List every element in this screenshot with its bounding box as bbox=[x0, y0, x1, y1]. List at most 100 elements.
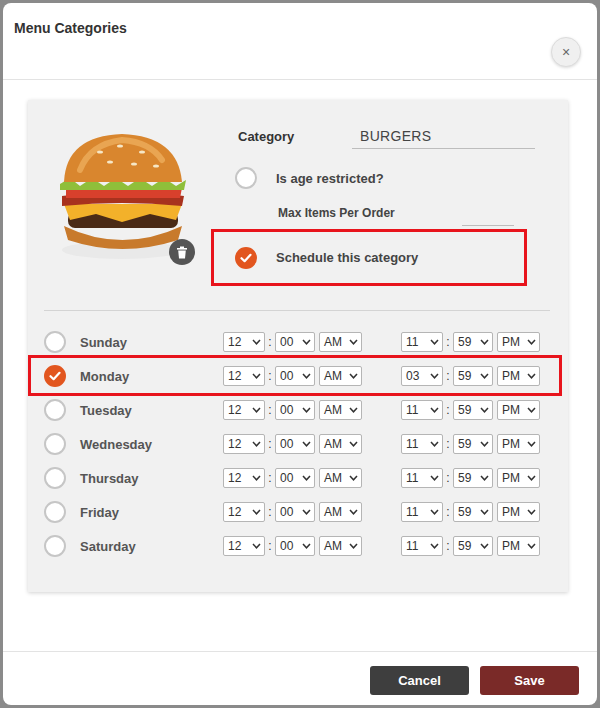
period-select[interactable]: AM bbox=[319, 468, 362, 488]
period-select[interactable]: AM bbox=[319, 536, 362, 556]
period-select[interactable]: AM bbox=[319, 400, 362, 420]
period-select-value: PM bbox=[502, 403, 520, 417]
day-row: Wednesday12:00AM11:59PM bbox=[44, 427, 550, 461]
save-button[interactable]: Save bbox=[480, 666, 579, 695]
minute-select-value: 59 bbox=[458, 335, 471, 349]
day-radio[interactable] bbox=[44, 399, 66, 421]
minute-select[interactable]: 00 bbox=[275, 536, 315, 556]
period-select[interactable]: AM bbox=[319, 434, 362, 454]
hour-select[interactable]: 11 bbox=[401, 434, 443, 454]
chevron-down-icon bbox=[480, 339, 489, 345]
period-select[interactable]: PM bbox=[497, 366, 540, 386]
hour-select[interactable]: 12 bbox=[223, 468, 265, 488]
highlight-box bbox=[28, 355, 562, 396]
minute-select[interactable]: 00 bbox=[275, 502, 315, 522]
hour-select[interactable]: 11 bbox=[401, 468, 443, 488]
day-radio[interactable] bbox=[44, 501, 66, 523]
hour-select[interactable]: 11 bbox=[401, 332, 443, 352]
day-radio[interactable] bbox=[44, 535, 66, 557]
period-select[interactable]: PM bbox=[497, 332, 540, 352]
end-time: 11:59PM bbox=[401, 332, 540, 352]
time-separator: : bbox=[443, 403, 453, 417]
category-image[interactable] bbox=[50, 130, 195, 265]
period-select-value: AM bbox=[324, 539, 342, 553]
chevron-down-icon bbox=[252, 543, 261, 549]
start-time: 12:00 AM bbox=[223, 434, 362, 454]
minute-select[interactable]: 59 bbox=[453, 536, 493, 556]
minute-select[interactable]: 59 bbox=[453, 366, 493, 386]
period-select-value: PM bbox=[502, 539, 520, 553]
hour-select[interactable]: 12 bbox=[223, 366, 265, 386]
cancel-button[interactable]: Cancel bbox=[370, 666, 469, 695]
period-select-value: AM bbox=[324, 437, 342, 451]
max-items-input[interactable] bbox=[462, 205, 514, 226]
period-select-value: AM bbox=[324, 505, 342, 519]
image-column bbox=[44, 122, 211, 286]
minute-select[interactable]: 59 bbox=[453, 434, 493, 454]
hour-select-value: 12 bbox=[228, 505, 241, 519]
time-separator: : bbox=[443, 539, 453, 553]
day-radio[interactable] bbox=[44, 433, 66, 455]
period-select[interactable]: PM bbox=[497, 468, 540, 488]
period-select-value: PM bbox=[502, 471, 520, 485]
hour-select[interactable]: 11 bbox=[401, 400, 443, 420]
close-button[interactable]: × bbox=[551, 37, 581, 67]
period-select[interactable]: PM bbox=[497, 536, 540, 556]
minute-select[interactable]: 59 bbox=[453, 502, 493, 522]
minute-select[interactable]: 00 bbox=[275, 434, 315, 454]
minute-select-value: 00 bbox=[280, 505, 293, 519]
minute-select[interactable]: 00 bbox=[275, 366, 315, 386]
period-select[interactable]: AM bbox=[319, 502, 362, 522]
period-select-value: AM bbox=[324, 335, 342, 349]
day-radio[interactable] bbox=[44, 331, 66, 353]
day-name: Friday bbox=[80, 505, 223, 520]
delete-image-button[interactable] bbox=[169, 239, 195, 265]
day-radio[interactable] bbox=[44, 467, 66, 489]
trash-icon bbox=[176, 246, 188, 259]
day-row: Monday12:00AM03:59PM bbox=[44, 359, 550, 393]
period-select[interactable]: AM bbox=[319, 332, 362, 352]
minute-select[interactable]: 00 bbox=[275, 332, 315, 352]
category-input[interactable]: BURGERS bbox=[352, 124, 535, 149]
minute-select[interactable]: 59 bbox=[453, 468, 493, 488]
hour-select[interactable]: 12 bbox=[223, 502, 265, 522]
time-separator: : bbox=[443, 471, 453, 485]
chevron-down-icon bbox=[302, 509, 311, 515]
minute-select-value: 00 bbox=[280, 403, 293, 417]
category-details: CategoryBURGERSIs age restricted?Max Ite… bbox=[44, 122, 550, 286]
day-name: Tuesday bbox=[80, 403, 223, 418]
minute-select[interactable]: 00 bbox=[275, 468, 315, 488]
period-select-value: AM bbox=[324, 403, 342, 417]
chevron-down-icon bbox=[430, 373, 439, 379]
period-select[interactable]: PM bbox=[497, 502, 540, 522]
age-restricted-radio[interactable] bbox=[235, 167, 257, 189]
time-separator: : bbox=[265, 437, 275, 451]
chevron-down-icon bbox=[430, 509, 439, 515]
hour-select[interactable]: 12 bbox=[223, 536, 265, 556]
minute-select-value: 59 bbox=[458, 539, 471, 553]
chevron-down-icon bbox=[252, 441, 261, 447]
minute-select-value: 00 bbox=[280, 369, 293, 383]
hour-select[interactable]: 12 bbox=[223, 332, 265, 352]
hour-select[interactable]: 11 bbox=[401, 502, 443, 522]
period-select[interactable]: AM bbox=[319, 366, 362, 386]
time-separator: : bbox=[443, 369, 453, 383]
hour-select[interactable]: 11 bbox=[401, 536, 443, 556]
chevron-down-icon bbox=[349, 509, 358, 515]
hour-select[interactable]: 12 bbox=[223, 434, 265, 454]
day-radio[interactable] bbox=[44, 365, 66, 387]
period-select[interactable]: PM bbox=[497, 434, 540, 454]
chevron-down-icon bbox=[527, 441, 536, 447]
period-select-value: PM bbox=[502, 505, 520, 519]
chevron-down-icon bbox=[430, 339, 439, 345]
minute-select[interactable]: 00 bbox=[275, 400, 315, 420]
hour-select[interactable]: 12 bbox=[223, 400, 265, 420]
period-select[interactable]: PM bbox=[497, 400, 540, 420]
chevron-down-icon bbox=[527, 407, 536, 413]
hour-select[interactable]: 03 bbox=[401, 366, 443, 386]
minute-select[interactable]: 59 bbox=[453, 400, 493, 420]
schedule-radio[interactable] bbox=[235, 247, 257, 269]
minute-select[interactable]: 59 bbox=[453, 332, 493, 352]
chevron-down-icon bbox=[430, 543, 439, 549]
chevron-down-icon bbox=[252, 475, 261, 481]
